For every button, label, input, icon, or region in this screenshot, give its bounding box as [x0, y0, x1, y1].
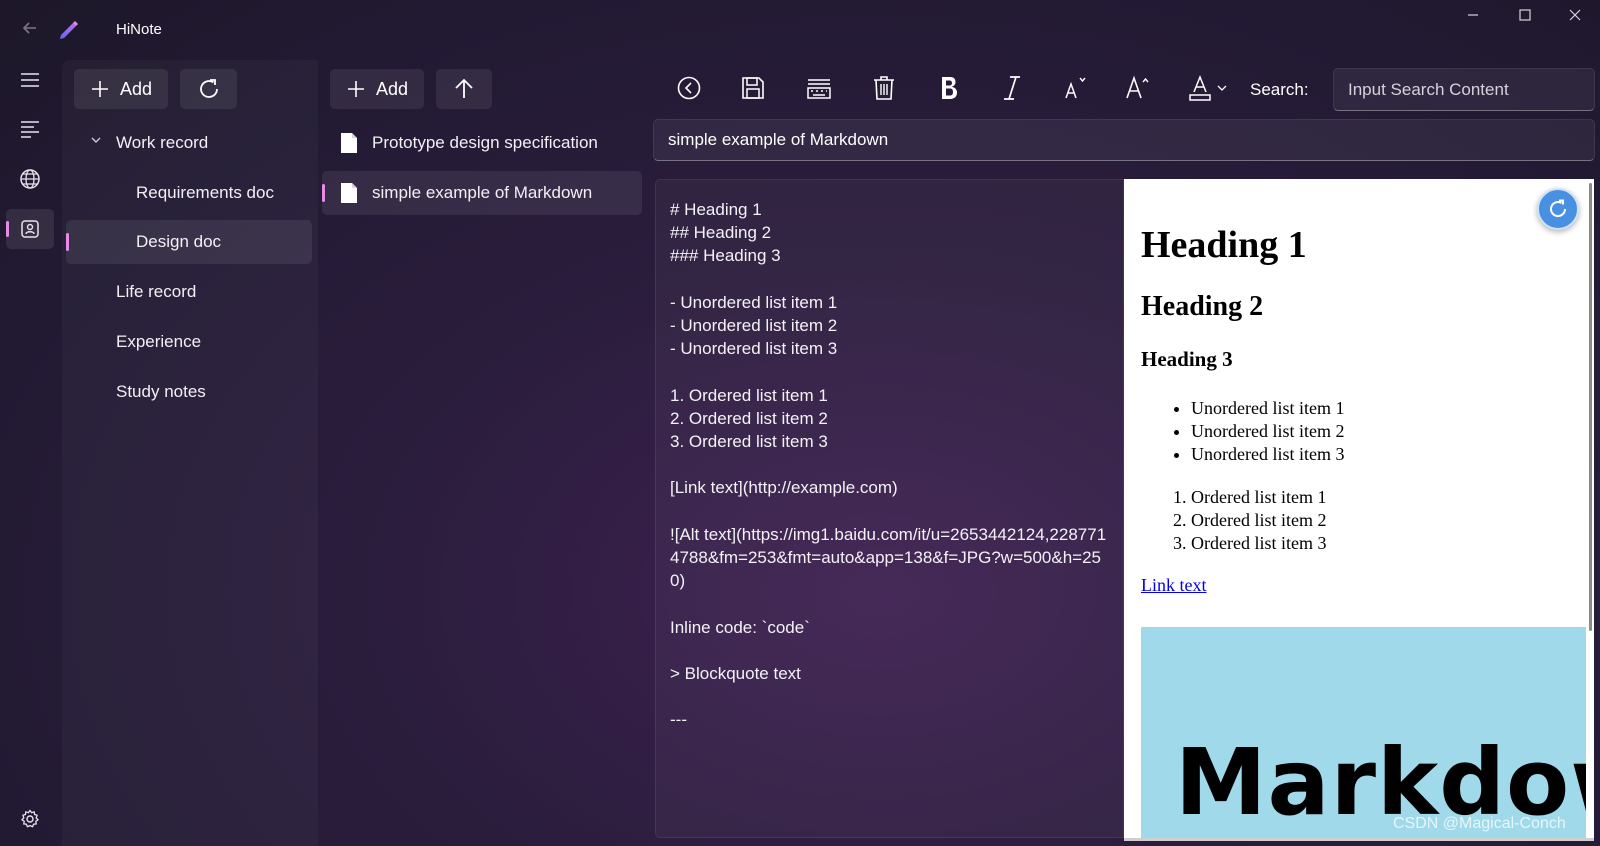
title-bar: HiNote [0, 0, 1600, 60]
list-item: Ordered list item 2 [1191, 509, 1581, 532]
plus-icon [347, 81, 364, 97]
preview-heading-2: Heading 2 [1141, 291, 1264, 322]
list-item: Unordered list item 2 [1191, 420, 1581, 443]
save-icon[interactable] [735, 70, 771, 106]
preview-heading-3: Heading 3 [1141, 347, 1233, 371]
add-document-label: Add [375, 78, 409, 99]
tree-item-label: Work record [116, 133, 209, 152]
document-title-input[interactable] [653, 119, 1595, 161]
list-item: Ordered list item 1 [1191, 486, 1581, 509]
preview-horizontal-scrollbar[interactable] [1124, 838, 1594, 841]
markdown-editor[interactable]: # Heading 1 ## Heading 2 ### Heading 3 -… [655, 179, 1124, 838]
nav-rail [0, 60, 62, 846]
tree-item-requirements-doc[interactable]: Requirements doc [66, 171, 312, 215]
hamburger-menu-icon[interactable] [6, 60, 54, 100]
document-icon [341, 183, 357, 203]
doc-item-simple-example-of-markdown[interactable]: simple example of Markdown [322, 171, 642, 215]
refresh-button[interactable] [180, 69, 237, 109]
doc-item-label: Prototype design specification [372, 133, 598, 152]
preview-heading-1: Heading 1 [1141, 224, 1307, 266]
tree-item-experience[interactable]: Experience [66, 320, 312, 364]
chevron-down-icon[interactable] [1212, 70, 1232, 106]
back-arrow-icon[interactable] [20, 18, 44, 42]
refresh-icon [199, 79, 218, 98]
bold-icon[interactable] [931, 70, 967, 106]
increase-font-icon[interactable] [1120, 70, 1156, 106]
keyboard-icon[interactable] [801, 70, 837, 106]
tree-item-work-record[interactable]: Work record [66, 121, 312, 165]
chevron-down-icon[interactable] [90, 134, 102, 149]
preview-ordered-list: Ordered list item 1 Ordered list item 2 … [1141, 486, 1581, 555]
add-document-button[interactable]: Add [330, 69, 424, 109]
list-icon[interactable] [6, 109, 54, 149]
preview-scrollbar[interactable] [1589, 183, 1592, 631]
minimize-icon[interactable] [1461, 6, 1485, 30]
list-item: Unordered list item 1 [1191, 397, 1581, 420]
arrow-up-icon [455, 78, 473, 98]
preview-link[interactable]: Link text [1141, 575, 1207, 596]
add-category-button[interactable]: Add [74, 69, 168, 109]
markdown-preview: Heading 1 Heading 2 Heading 3 Unordered … [1124, 179, 1594, 838]
list-item: Unordered list item 3 [1191, 443, 1581, 466]
tree-item-life-record[interactable]: Life record [66, 270, 312, 314]
add-category-label: Add [119, 78, 153, 99]
doc-item-label: simple example of Markdown [372, 183, 593, 202]
tree-item-study-notes[interactable]: Study notes [66, 370, 312, 414]
tree-item-design-doc[interactable]: Design doc [66, 220, 312, 264]
move-up-button[interactable] [436, 69, 492, 109]
tree-item-label: Experience [116, 332, 202, 351]
contact-card-icon[interactable] [6, 209, 54, 249]
tree-item-label: Design doc [136, 232, 222, 251]
list-item: Ordered list item 3 [1191, 532, 1581, 555]
search-input[interactable] [1333, 68, 1595, 111]
maximize-icon[interactable] [1513, 6, 1537, 30]
preview-unordered-list: Unordered list item 1 Unordered list ite… [1141, 397, 1581, 466]
globe-icon[interactable] [6, 159, 54, 199]
search-label: Search: [1250, 80, 1309, 99]
tree-item-label: Requirements doc [136, 183, 274, 202]
document-icon [341, 133, 357, 153]
gear-icon[interactable] [6, 799, 54, 839]
delete-icon[interactable] [866, 70, 902, 106]
watermark: CSDN @Magical-Conch [1393, 815, 1566, 832]
plus-icon [91, 81, 108, 97]
back-circle-icon[interactable] [671, 70, 707, 106]
close-icon[interactable] [1563, 6, 1587, 30]
tree-item-label: Study notes [116, 382, 206, 401]
doc-item-prototype-design-specification[interactable]: Prototype design specification [322, 121, 642, 165]
refresh-preview-icon[interactable] [1537, 188, 1579, 230]
italic-icon[interactable] [994, 70, 1030, 106]
app-title: HiNote [116, 21, 162, 38]
preview-image: Markdown [1141, 627, 1586, 838]
app-logo-icon [58, 18, 82, 42]
tree-item-label: Life record [116, 282, 197, 301]
decrease-font-icon[interactable] [1056, 70, 1092, 106]
